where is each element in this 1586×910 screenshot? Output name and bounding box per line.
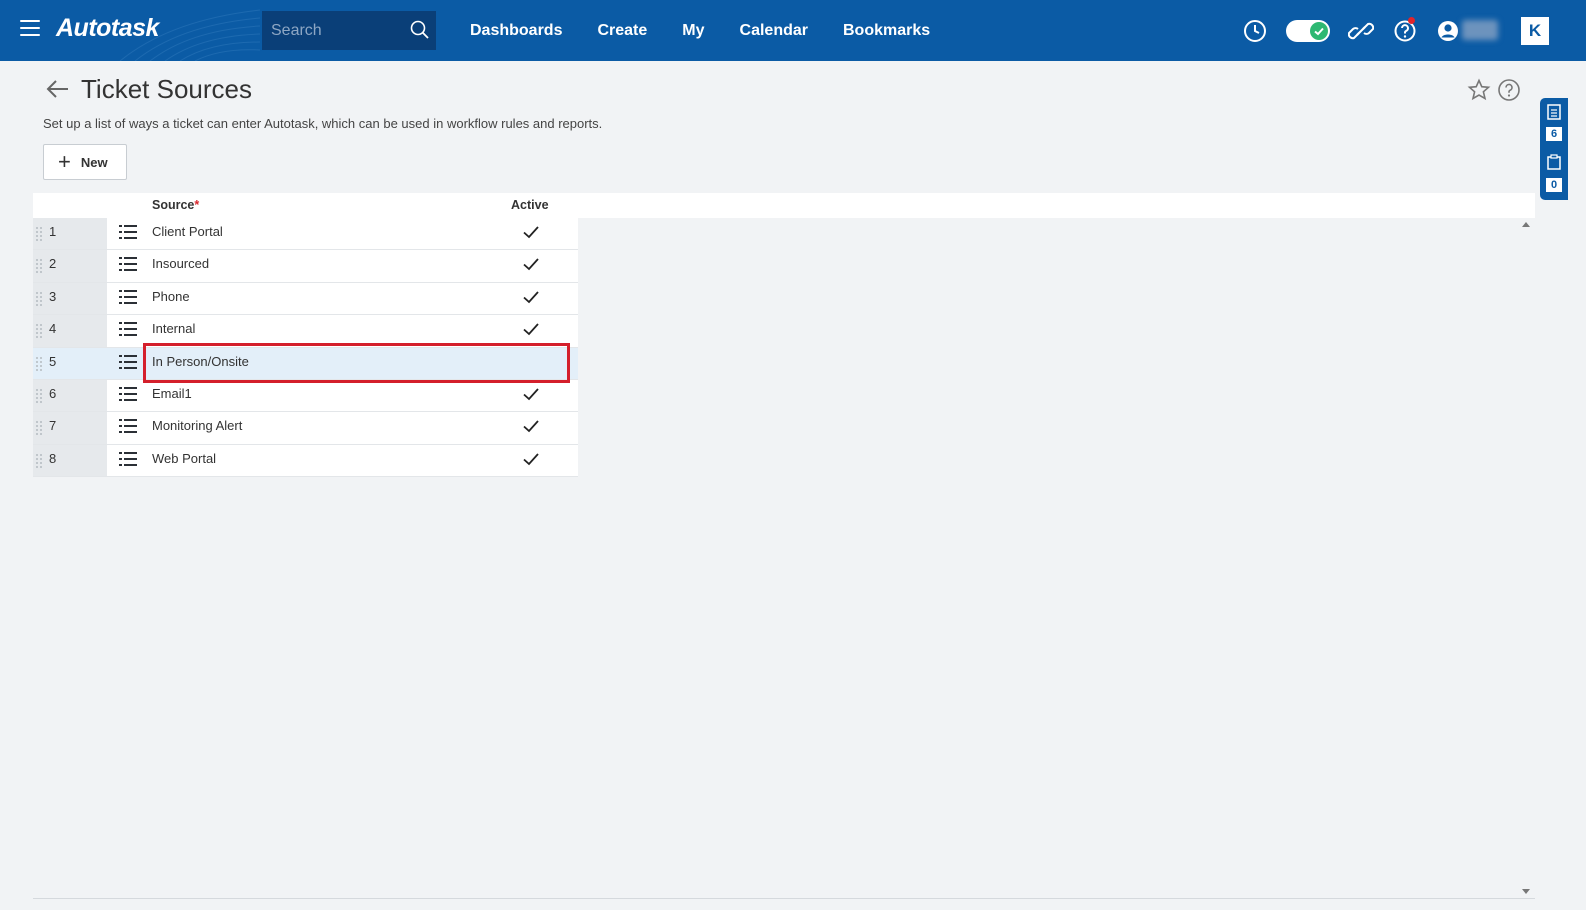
row-number: 5 — [49, 353, 57, 369]
table-row[interactable]: 4 Internal — [33, 315, 578, 348]
source-header-label: Source — [152, 198, 195, 212]
source-name[interactable]: Monitoring Alert — [152, 418, 242, 433]
nav-calendar[interactable]: Calendar — [740, 22, 808, 40]
drag-handle-icon[interactable] — [36, 421, 42, 436]
page-title: Ticket Sources — [81, 74, 252, 104]
row-context-menu-icon[interactable] — [119, 418, 137, 439]
back-arrow-icon[interactable] — [46, 78, 70, 100]
row-number: 6 — [49, 385, 57, 401]
row-number: 4 — [49, 321, 57, 337]
column-header-source[interactable]: Source* — [152, 198, 199, 212]
autotask-logo[interactable]: Autotask — [56, 14, 159, 43]
active-check-icon — [522, 418, 540, 439]
row-number: 8 — [49, 450, 57, 466]
page-help-icon[interactable] — [1497, 78, 1521, 102]
main-nav: Dashboards Create My Calendar Bookmarks — [470, 0, 965, 61]
scroll-up-arrow-icon[interactable] — [1522, 222, 1530, 227]
column-header-active[interactable]: Active — [511, 198, 549, 212]
table-row[interactable]: 7 Monitoring Alert — [33, 412, 578, 445]
drag-handle-icon[interactable] — [36, 227, 42, 241]
notes-icon[interactable] — [1547, 104, 1561, 120]
grid-body: 1 Client Portal 2 Insourced 3 Phone 4 Internal 5… — [33, 218, 578, 478]
table-row[interactable]: 1 Client Portal — [33, 218, 578, 251]
side-panel[interactable]: 6 0 — [1540, 98, 1568, 200]
new-button[interactable]: + New — [43, 144, 127, 180]
row-context-menu-icon[interactable] — [119, 321, 137, 342]
row-number: 2 — [49, 256, 57, 272]
row-context-menu-icon[interactable] — [119, 451, 137, 472]
drag-handle-icon[interactable] — [36, 453, 42, 468]
nav-my[interactable]: My — [682, 22, 704, 40]
table-row[interactable]: 6 Email1 — [33, 379, 578, 413]
row-number: 1 — [49, 224, 57, 239]
row-number: 7 — [49, 418, 57, 434]
drag-handle-icon[interactable] — [36, 388, 42, 403]
active-check-icon — [522, 451, 540, 472]
drag-handle-icon[interactable] — [36, 259, 42, 274]
active-check-icon — [522, 289, 540, 310]
grid-bottom-border — [33, 898, 1535, 899]
row-number-cell — [33, 282, 107, 315]
row-number-cell — [33, 347, 107, 379]
nav-dashboards[interactable]: Dashboards — [470, 22, 562, 40]
active-check-icon — [522, 224, 540, 245]
source-name[interactable]: Phone — [152, 289, 190, 304]
search-icon[interactable] — [410, 20, 430, 40]
row-number-cell — [33, 315, 107, 347]
row-context-menu-icon[interactable] — [119, 289, 137, 310]
top-navigation-bar: Autotask Dashboards Create My Calendar B… — [0, 0, 1586, 61]
row-context-menu-icon[interactable] — [119, 256, 137, 277]
table-row[interactable]: 2 Insourced — [33, 250, 578, 283]
drag-handle-icon[interactable] — [36, 291, 42, 306]
active-check-icon — [522, 256, 540, 277]
plus-icon: + — [58, 149, 71, 174]
clock-icon[interactable] — [1243, 19, 1267, 43]
drag-handle-icon[interactable] — [36, 324, 42, 339]
nav-create[interactable]: Create — [597, 22, 647, 40]
row-number-cell — [33, 412, 107, 444]
notification-dot — [1408, 17, 1415, 24]
source-name[interactable]: Email1 — [152, 386, 192, 401]
clipboard-count: 0 — [1546, 178, 1562, 192]
row-number: 3 — [49, 288, 57, 304]
table-row[interactable]: 3 Phone — [33, 282, 578, 316]
row-context-menu-icon[interactable] — [119, 354, 137, 375]
global-search[interactable] — [262, 11, 436, 50]
search-input[interactable] — [271, 21, 401, 40]
user-icon[interactable] — [1436, 19, 1460, 43]
notes-count: 6 — [1546, 127, 1562, 141]
page-description: Set up a list of ways a ticket can enter… — [43, 116, 603, 131]
clipboard-icon[interactable] — [1547, 154, 1561, 170]
check-icon — [1314, 27, 1324, 36]
new-button-label: New — [80, 154, 108, 170]
user-name-redacted[interactable] — [1462, 20, 1498, 40]
active-check-icon — [522, 321, 540, 342]
vertical-scrollbar[interactable] — [1518, 218, 1535, 898]
source-name[interactable]: Insourced — [152, 256, 209, 271]
row-context-menu-icon[interactable] — [119, 224, 137, 245]
favorite-star-icon[interactable] — [1467, 78, 1491, 102]
scroll-down-arrow-icon[interactable] — [1522, 889, 1530, 894]
nav-bookmarks[interactable]: Bookmarks — [843, 22, 930, 40]
table-row[interactable]: 5 In Person/Onsite — [33, 347, 578, 380]
row-number-cell — [33, 379, 107, 412]
hamburger-menu-icon[interactable] — [20, 20, 40, 40]
row-number-cell — [33, 444, 107, 477]
table-row[interactable]: 8 Web Portal — [33, 444, 578, 478]
drag-handle-icon[interactable] — [36, 356, 42, 371]
toggle-knob — [1310, 22, 1328, 40]
grid-header: Source* Active — [33, 193, 1535, 218]
kaseya-brand-icon[interactable]: K — [1521, 17, 1549, 45]
status-toggle[interactable] — [1286, 20, 1330, 42]
row-number-cell — [33, 250, 107, 282]
source-name[interactable]: In Person/Onsite — [152, 354, 249, 369]
source-name[interactable]: Client Portal — [152, 224, 223, 239]
source-name[interactable]: Internal — [152, 321, 195, 336]
link-icon[interactable] — [1348, 19, 1374, 43]
source-name[interactable]: Web Portal — [152, 451, 216, 466]
active-check-icon — [522, 386, 540, 407]
row-context-menu-icon[interactable] — [119, 386, 137, 407]
row-number-cell — [33, 218, 107, 250]
required-marker: * — [194, 198, 200, 212]
